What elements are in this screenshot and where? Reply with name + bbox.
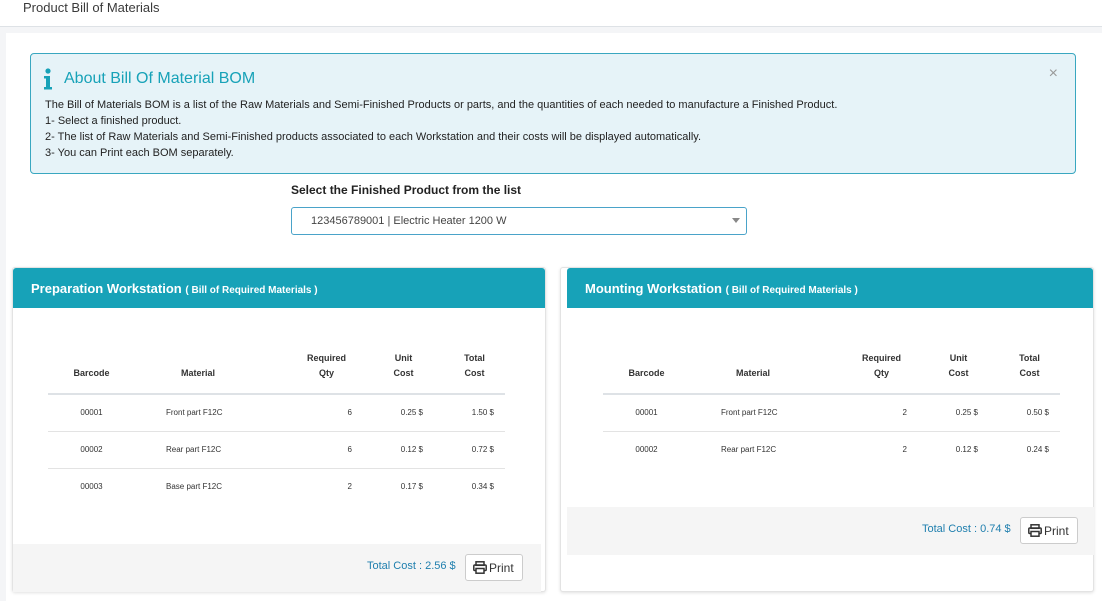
table-row: 00003 Base part F12C 2 0.17 $ 0.34 $ — [48, 468, 505, 505]
cell-unit-cost: 0.12 $ — [352, 431, 423, 469]
cell-qty: 6 — [261, 431, 352, 469]
alert-line: 2- The list of Raw Materials and Semi-Fi… — [45, 131, 702, 143]
print-icon — [1028, 524, 1042, 537]
table-row: 00001 Front part F12C 6 0.25 $ 1.50 $ — [48, 394, 505, 432]
card-footer — [13, 544, 541, 592]
col-unit-cost: Unit Cost — [907, 351, 978, 395]
print-icon — [473, 561, 487, 574]
cell-qty: 2 — [347, 482, 352, 492]
cell-total-cost: 1.50 $ — [423, 394, 494, 432]
col-barcode: Barcode — [48, 351, 135, 395]
cell-qty: 2 — [902, 445, 907, 455]
col-material: Material — [135, 351, 261, 395]
cell-unit-cost: 0.25 $ — [352, 394, 423, 432]
cell-total-cost: 0.34 $ — [471, 482, 494, 492]
col-total-cost: Total Cost — [978, 351, 1049, 395]
cell-total-cost: 0.50 $ — [978, 394, 1049, 432]
about-bom-alert: About Bill Of Material BOM × The Bill of… — [30, 53, 1076, 174]
col-required-qty: Required Qty — [816, 351, 907, 395]
alert-line: 3- You can Print each BOM separately. — [45, 147, 234, 159]
mounting-workstation-card: Mounting Workstation ( Bill of Required … — [560, 267, 1094, 592]
cell-unit-cost: 0.17 $ — [400, 482, 423, 492]
chevron-down-icon — [732, 218, 740, 223]
card-header: Mounting Workstation ( Bill of Required … — [567, 268, 1093, 308]
cell-material: Front part F12C — [690, 394, 816, 432]
card-title: Mounting Workstation ( Bill of Required … — [585, 281, 858, 296]
col-required-qty: Required Qty — [261, 351, 352, 395]
alert-line: The Bill of Materials BOM is a list of t… — [45, 99, 838, 111]
col-unit-cost: Unit Cost — [352, 351, 423, 395]
cell-barcode: 00002 — [48, 431, 135, 469]
col-total-cost: Total Cost — [423, 351, 494, 395]
alert-body: The Bill of Materials BOM is a list of t… — [45, 97, 837, 161]
cell-unit-cost: 0.12 $ — [955, 445, 978, 455]
page-title: Product Bill of Materials — [23, 0, 160, 15]
table-row: 00002 Rear part F12C 6 0.12 $ 0.72 $ — [48, 431, 505, 469]
alert-line: 1- Select a finished product. — [45, 115, 182, 127]
finished-product-select[interactable]: 123456789001 | Electric Heater 1200 W — [291, 207, 747, 235]
total-cost: Total Cost : 2.56 $ — [367, 560, 456, 572]
close-icon[interactable]: × — [1049, 66, 1058, 82]
print-label: Print — [489, 561, 514, 575]
print-button[interactable]: Print — [1020, 517, 1078, 544]
col-material: Material — [690, 351, 816, 395]
cell-barcode: 00003 — [80, 482, 103, 492]
selected-product: 123456789001 | Electric Heater 1200 W — [311, 215, 507, 227]
table-row: 00002 Rear part F12C 2 0.12 $ 0.24 $ — [603, 431, 1060, 468]
total-cost: Total Cost : 0.74 $ — [922, 523, 1011, 535]
card-header: Preparation Workstation ( Bill of Requir… — [13, 268, 545, 308]
cell-total-cost: 0.24 $ — [1026, 445, 1049, 455]
preparation-workstation-card: Preparation Workstation ( Bill of Requir… — [12, 267, 546, 592]
cell-barcode: 00001 — [603, 394, 690, 432]
cell-barcode: 00001 — [48, 394, 135, 432]
cell-material: Rear part F12C — [721, 445, 777, 455]
cell-qty: 6 — [261, 394, 352, 432]
print-label: Print — [1044, 524, 1069, 538]
cell-barcode: 00002 — [635, 445, 658, 455]
cell-total-cost: 0.72 $ — [423, 431, 494, 469]
cell-qty: 2 — [816, 394, 907, 432]
info-icon — [44, 68, 52, 90]
col-barcode: Barcode — [603, 351, 690, 395]
bom-table: Barcode Material Required Qty Unit Cost To… — [603, 351, 1060, 468]
cell-material: Base part F12C — [166, 482, 223, 492]
product-select-label: Select the Finished Product from the lis… — [291, 183, 522, 197]
bom-table: Barcode Material Required Qty Unit Cost To… — [48, 351, 505, 505]
card-footer — [567, 507, 1094, 555]
cell-unit-cost: 0.25 $ — [907, 394, 978, 432]
alert-heading: About Bill Of Material BOM — [64, 70, 256, 87]
print-button[interactable]: Print — [465, 554, 523, 581]
card-title: Preparation Workstation ( Bill of Requir… — [31, 281, 318, 296]
page-header: Product Bill of Materials — [0, 0, 1102, 27]
cell-material: Rear part F12C — [135, 431, 261, 469]
table-row: 00001 Front part F12C 2 0.25 $ 0.50 $ — [603, 394, 1060, 432]
cell-material: Front part F12C — [135, 394, 261, 432]
